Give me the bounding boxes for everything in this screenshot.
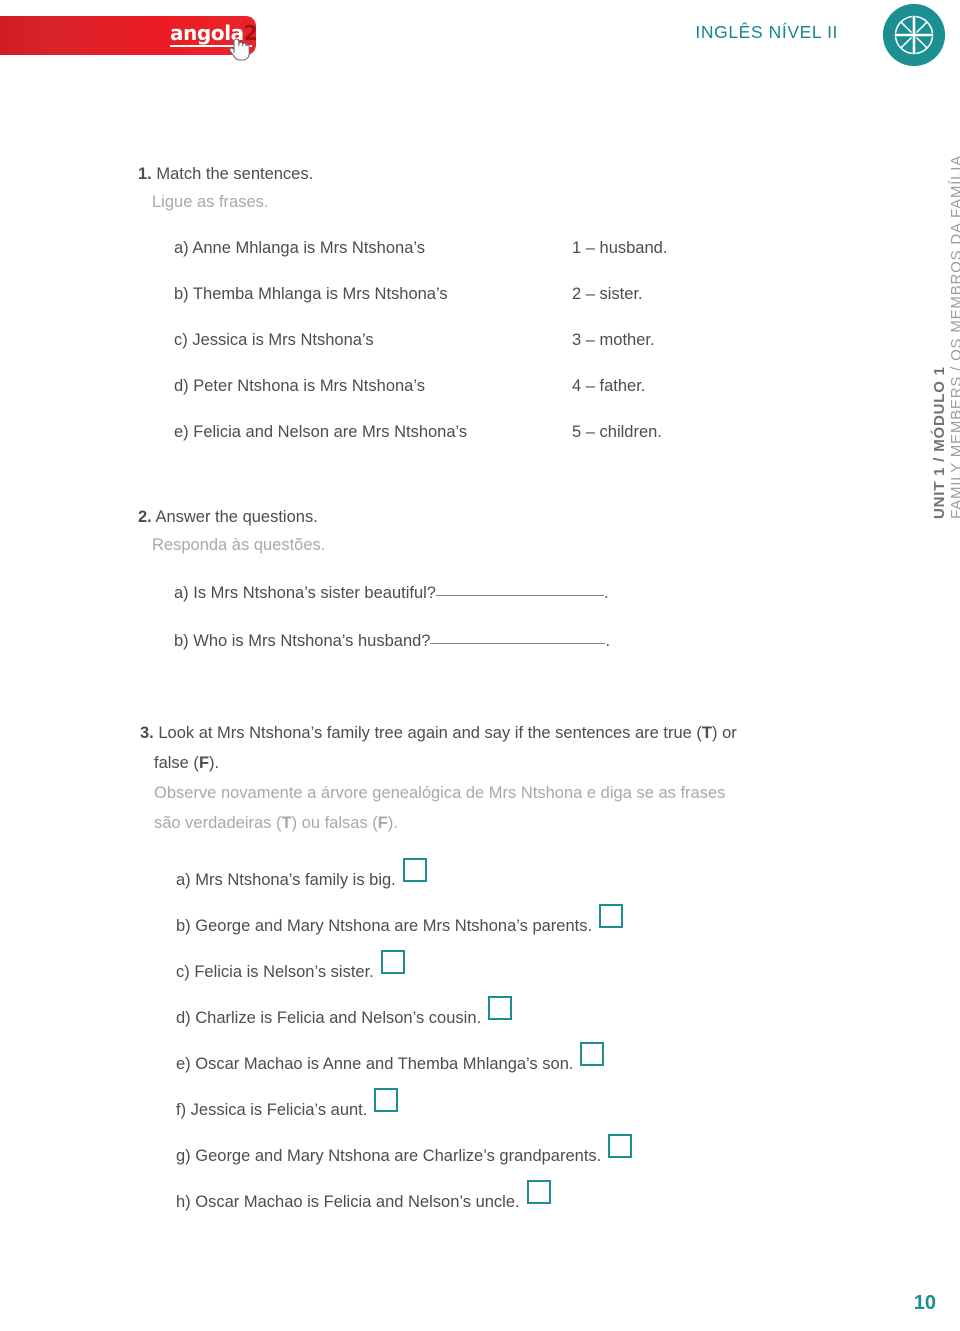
match-right-item[interactable]: 2 – sister.: [572, 285, 643, 304]
match-left-item[interactable]: e) Felicia and Nelson are Mrs Ntshona’s: [174, 423, 467, 442]
hand-cursor-icon: [229, 38, 250, 61]
statement-row: h) Oscar Machao is Felicia and Nelson’s …: [176, 1180, 737, 1226]
statement-row: b) George and Mary Ntshona are Mrs Ntsho…: [176, 904, 737, 950]
exercise-1-title-text: Match the sentences.: [151, 165, 314, 183]
match-row[interactable]: e) Felicia and Nelson are Mrs Ntshona’s …: [174, 423, 662, 469]
exercise-3-title: 3. Look at Mrs Ntshona’s family tree aga…: [140, 718, 737, 748]
exercise-3-title-line2a: false (: [154, 754, 199, 772]
truefalse-checkbox[interactable]: [402, 858, 427, 882]
match-right-item[interactable]: 1 – husband.: [572, 239, 667, 258]
statement-row: a) Mrs Ntshona’s family is big.: [176, 858, 737, 904]
question-row: a) Is Mrs Ntshona’s sister beautiful?.: [174, 584, 610, 632]
question-text: a) Is Mrs Ntshona’s sister beautiful?: [174, 584, 436, 602]
match-left-item[interactable]: d) Peter Ntshona is Mrs Ntshona’s: [174, 377, 425, 396]
match-row[interactable]: b) Themba Mhlanga is Mrs Ntshona’s 2 – s…: [174, 285, 643, 331]
exercise-3-subtitle-true-letter: T: [281, 814, 292, 832]
exercise-3-false-letter: F: [198, 754, 210, 772]
statement-row: e) Oscar Machao is Anne and Themba Mhlan…: [176, 1042, 737, 1088]
page-header: angola2learn INGLÊS NÍVEL II: [0, 0, 960, 90]
match-row[interactable]: c) Jessica is Mrs Ntshona’s 3 – mother.: [174, 331, 655, 377]
truefalse-checkbox[interactable]: [380, 950, 405, 974]
question-trailing-period: .: [603, 584, 609, 602]
exercise-3-subtitle-line2a: são verdadeiras (: [154, 814, 282, 832]
question-row: b) Who is Mrs Ntshona’s husband?.: [174, 632, 610, 680]
exercise-2-subtitle: Responda às questões.: [152, 536, 326, 554]
statement-row: d) Charlize is Felicia and Nelson’s cous…: [176, 996, 737, 1042]
answer-input-line[interactable]: [430, 643, 606, 644]
brand-title: INGLÊS NÍVEL II: [695, 22, 838, 42]
truefalse-checkbox[interactable]: [374, 1088, 399, 1112]
statement-text: c) Felicia is Nelson’s sister.: [176, 963, 374, 981]
exercise-2-question-list: a) Is Mrs Ntshona’s sister beautiful?. b…: [174, 584, 610, 680]
exercise-3-title-line2b: ).: [209, 754, 220, 772]
side-topic-text: FAMILY MEMBERS / OS MEMBROS DA FAMÍLIA: [948, 154, 960, 519]
exercise-3-subtitle-line2: são verdadeiras (T) ou falsas (F).: [154, 808, 737, 838]
statement-text: f) Jessica is Felicia’s aunt.: [176, 1101, 368, 1119]
statement-text: a) Mrs Ntshona’s family is big.: [176, 871, 396, 889]
truefalse-checkbox[interactable]: [526, 1180, 551, 1204]
exercise-1-title: 1. Match the sentences.: [138, 162, 313, 187]
match-row[interactable]: d) Peter Ntshona is Mrs Ntshona’s 4 – fa…: [174, 377, 645, 423]
exercise-1-match-list: a) Anne Mhlanga is Mrs Ntshona’s 1 – hus…: [174, 239, 667, 469]
exercise-3-subtitle-line1: Observe novamente a árvore genealógica d…: [154, 784, 726, 802]
exercise-2: 2. Answer the questions. Responda às que…: [138, 505, 610, 680]
truefalse-checkbox[interactable]: [599, 904, 624, 928]
statement-text: d) Charlize is Felicia and Nelson’s cous…: [176, 1009, 482, 1027]
exercise-2-number: 2.: [138, 508, 152, 526]
exercise-3-subtitle-line2b: ) ou falsas (: [291, 814, 378, 832]
exercise-2-title: 2. Answer the questions.: [138, 505, 610, 530]
match-left-item[interactable]: a) Anne Mhlanga is Mrs Ntshona’s: [174, 239, 425, 258]
exercise-2-title-text: Answer the questions.: [151, 508, 318, 526]
exercise-3-subtitle-line2c: ).: [387, 814, 398, 832]
statement-row: c) Felicia is Nelson’s sister.: [176, 950, 737, 996]
match-left-item[interactable]: b) Themba Mhlanga is Mrs Ntshona’s: [174, 285, 448, 304]
exercise-3-number: 3.: [140, 724, 154, 742]
statement-text: e) Oscar Machao is Anne and Themba Mhlan…: [176, 1055, 574, 1073]
question-trailing-period: .: [605, 632, 611, 650]
exercise-3-subtitle-false-letter: F: [377, 814, 388, 832]
exercise-3-title-line2: false (F).: [154, 748, 737, 778]
side-unit-text: UNIT 1 / MÓDULO 1: [931, 366, 948, 519]
statement-text: b) George and Mary Ntshona are Mrs Ntsho…: [176, 917, 593, 935]
exercise-3-title-line1a: Look at Mrs Ntshona’s family tree again …: [153, 724, 702, 742]
statement-row: g) George and Mary Ntshona are Charlize’…: [176, 1134, 737, 1180]
match-right-item[interactable]: 3 – mother.: [572, 331, 655, 350]
truefalse-checkbox[interactable]: [488, 996, 513, 1020]
exercise-1-subtitle: Ligue as frases.: [152, 193, 269, 211]
exercise-3: 3. Look at Mrs Ntshona’s family tree aga…: [140, 718, 737, 1226]
match-left-item[interactable]: c) Jessica is Mrs Ntshona’s: [174, 331, 374, 350]
exercise-1-number: 1.: [138, 165, 152, 183]
exercise-1: 1. Match the sentences. Ligue as frases.…: [138, 162, 667, 469]
match-row[interactable]: a) Anne Mhlanga is Mrs Ntshona’s 1 – hus…: [174, 239, 667, 285]
match-right-item[interactable]: 4 – father.: [572, 377, 645, 396]
exercise-3-true-letter: T: [701, 724, 713, 742]
logo-text-part2: learn: [257, 21, 314, 45]
match-right-item[interactable]: 5 – children.: [572, 423, 662, 442]
exercise-3-statement-list: a) Mrs Ntshona’s family is big. b) Georg…: [176, 858, 737, 1226]
exercise-3-title-line1b: ) or: [712, 724, 737, 742]
truefalse-checkbox[interactable]: [580, 1042, 605, 1066]
answer-input-line[interactable]: [435, 595, 604, 596]
question-text: b) Who is Mrs Ntshona’s husband?: [174, 632, 431, 650]
page-number: 10: [913, 1292, 936, 1314]
side-unit-label: UNIT 1 / MÓDULO 1 FAMILY MEMBERS / OS ME…: [918, 95, 960, 525]
truefalse-checkbox[interactable]: [608, 1134, 633, 1158]
statement-text: g) George and Mary Ntshona are Charlize’…: [176, 1147, 602, 1165]
statement-row: f) Jessica is Felicia’s aunt.: [176, 1088, 737, 1134]
statement-text: h) Oscar Machao is Felicia and Nelson’s …: [176, 1193, 520, 1211]
uk-flag-circle-icon: [883, 4, 945, 66]
